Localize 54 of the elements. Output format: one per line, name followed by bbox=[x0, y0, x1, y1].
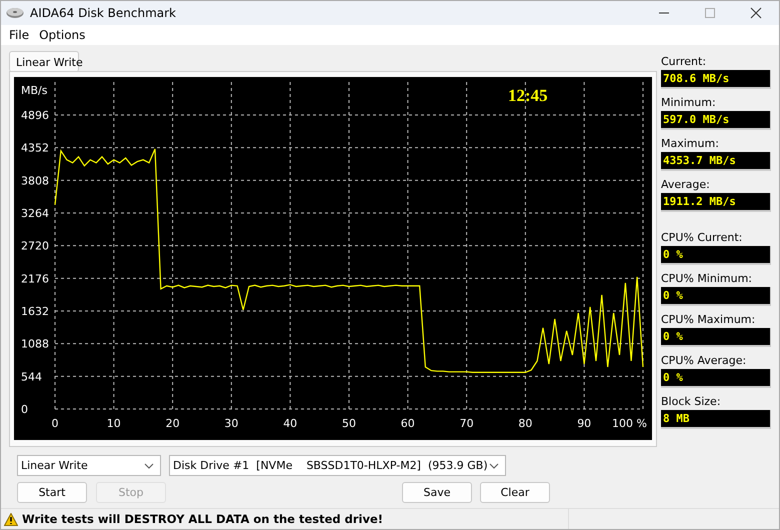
stat-value: 1911.2 MB/s bbox=[661, 193, 771, 212]
menu-item[interactable]: Options bbox=[34, 28, 90, 42]
x-tick-label: 80 bbox=[518, 417, 532, 430]
dropdown[interactable]: Disk Drive #1 [NVMe SBSSD1T0-HLXP-M2] (953.9 GB) bbox=[169, 455, 506, 476]
action-button[interactable]: Clear bbox=[480, 482, 550, 503]
x-tick-label: 100 % bbox=[612, 417, 647, 430]
action-button[interactable]: Save bbox=[402, 482, 472, 503]
y-tick-label: 1632 bbox=[21, 305, 49, 318]
stat-label: CPU% Minimum: bbox=[661, 272, 753, 287]
y-tick-label: 1088 bbox=[21, 338, 49, 351]
x-tick-label: 30 bbox=[224, 417, 238, 430]
stat-value: 4353.7 MB/s bbox=[661, 152, 771, 171]
stat-label: Average: bbox=[661, 178, 711, 193]
y-tick-label: 544 bbox=[21, 370, 42, 384]
action-button[interactable]: Start bbox=[17, 482, 87, 503]
y-tick-label: 0 bbox=[21, 403, 28, 416]
y-tick-label: 3264 bbox=[21, 207, 49, 220]
y-tick-label: 2720 bbox=[21, 240, 49, 253]
x-tick-label: 50 bbox=[342, 417, 356, 430]
stat-label: CPU% Current: bbox=[661, 231, 744, 246]
window-title: AIDA64 Disk Benchmark bbox=[30, 6, 176, 20]
stat-value: 8 MB bbox=[661, 410, 771, 429]
x-tick-label: 90 bbox=[577, 417, 592, 430]
axis-unit: MB/s bbox=[21, 84, 48, 97]
x-tick-label: 70 bbox=[460, 417, 474, 430]
stat-value: 597.0 MB/s bbox=[661, 111, 771, 130]
x-tick-label: 20 bbox=[166, 417, 180, 430]
chevron-down-icon bbox=[144, 462, 154, 468]
menu-item[interactable]: File bbox=[4, 28, 34, 42]
stat-label: Maximum: bbox=[661, 137, 720, 152]
y-tick-label: 4352 bbox=[21, 142, 49, 155]
stat-value: 708.6 MB/s bbox=[661, 70, 771, 89]
stat-label: Current: bbox=[661, 55, 708, 70]
elapsed-time: 12:45 bbox=[508, 86, 548, 105]
x-tick-label: 10 bbox=[106, 417, 121, 430]
x-tick-label: 60 bbox=[400, 417, 415, 430]
stat-label: Block Size: bbox=[661, 395, 722, 410]
y-tick-label: 4896 bbox=[21, 109, 49, 122]
stat-label: Minimum: bbox=[661, 96, 717, 111]
x-tick-label: 0 bbox=[52, 417, 58, 430]
disk-icon bbox=[6, 7, 24, 19]
chevron-down-icon bbox=[489, 462, 499, 468]
dropdown[interactable]: Linear Write bbox=[17, 455, 161, 476]
stat-value: 0 % bbox=[661, 369, 771, 388]
y-tick-label: 2176 bbox=[21, 272, 49, 286]
stat-value: 0 % bbox=[661, 287, 771, 306]
warning-message: Write tests will DESTROY ALL DATA on the tested drive! bbox=[22, 512, 384, 526]
stat-value: 0 % bbox=[661, 246, 771, 265]
y-tick-label: 3808 bbox=[21, 174, 49, 188]
stat-label: CPU% Maximum: bbox=[661, 313, 756, 328]
stat-value: 0 % bbox=[661, 328, 771, 347]
warning-icon bbox=[4, 512, 18, 526]
x-tick-label: 40 bbox=[283, 417, 298, 430]
stat-label: CPU% Average: bbox=[661, 354, 748, 369]
